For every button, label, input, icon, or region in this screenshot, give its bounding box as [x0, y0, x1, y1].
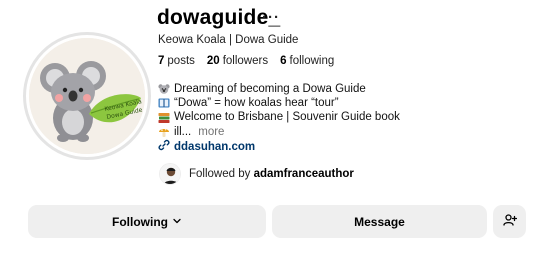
followed-by-prefix: Followed by: [189, 168, 251, 180]
followed-by-text: Followed by adamfranceauthor: [189, 168, 354, 180]
link-text: ddasuhan.com: [174, 140, 256, 153]
bio-text: Welcome to Brisbane | Souvenir Guide boo…: [174, 111, 400, 124]
chevron-down-icon: [172, 215, 182, 229]
bio-more-link[interactable]: more: [198, 125, 224, 139]
bio-line: Dreaming of becoming a Dowa Guide: [158, 82, 400, 96]
followed-by-username: adamfranceauthor: [253, 168, 354, 180]
bio-line: ill... more: [158, 125, 400, 139]
books-icon: [158, 112, 170, 124]
followers-label: followers: [222, 55, 269, 67]
followers-link[interactable]: 20 followers: [207, 55, 268, 67]
mushroom-icon: [158, 126, 170, 138]
following-number: 6: [280, 55, 287, 67]
posts-count[interactable]: 7 posts: [158, 55, 195, 67]
profile-avatar[interactable]: Keowa Koala Dowa Guide: [23, 32, 151, 160]
link-icon: [158, 139, 170, 154]
profile-stats: 7 posts 20 followers 6 following: [158, 55, 334, 67]
following-button[interactable]: Following: [28, 205, 266, 238]
followers-number: 20: [206, 55, 220, 67]
full-name: Keowa Koala | Dowa Guide: [158, 34, 299, 46]
following-label: following: [289, 55, 335, 67]
suggest-users-button[interactable]: [493, 205, 526, 238]
posts-number: 7: [158, 55, 165, 67]
book-icon: [158, 97, 170, 109]
followed-by[interactable]: Followed by adamfranceauthor: [159, 163, 354, 185]
bio-text: ill...: [174, 125, 192, 138]
external-link[interactable]: ddasuhan.com: [158, 139, 255, 154]
profile-bio: Dreaming of becoming a Dowa Guide “Dowa”…: [158, 82, 400, 139]
message-button-label: Message: [354, 214, 405, 229]
message-button[interactable]: Message: [272, 205, 487, 238]
bio-text: “Dowa” = how koalas hear “tour”: [174, 97, 339, 110]
more-options-icon[interactable]: ···: [262, 9, 280, 26]
bio-text: Dreaming of becoming a Dowa Guide: [174, 83, 366, 95]
posts-label: posts: [167, 55, 195, 67]
bio-line: “Dowa” = how koalas hear “tour”: [158, 96, 400, 110]
following-link[interactable]: 6 following: [280, 55, 334, 67]
follower-avatar: [159, 163, 181, 185]
avatar-image: Keowa Koala Dowa Guide: [29, 38, 145, 154]
following-button-label: Following: [112, 214, 168, 229]
add-user-icon: [502, 213, 517, 230]
koala-icon: [158, 83, 170, 95]
bio-line: Welcome to Brisbane | Souvenir Guide boo…: [158, 110, 400, 124]
